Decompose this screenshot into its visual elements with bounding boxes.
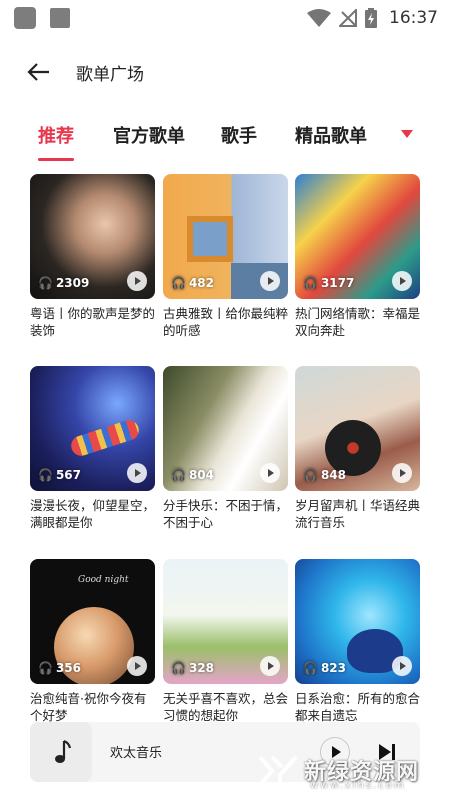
player-title: 欢太音乐	[110, 746, 163, 761]
status-bar: 16:37	[0, 0, 450, 34]
playlist-cover: 🎧 848	[295, 366, 420, 491]
playlist-name: 岁月留声机丨华语经典流行音乐	[295, 498, 420, 530]
tab-featured-playlists[interactable]: 精品歌单	[295, 122, 367, 148]
headphones-icon: 🎧	[171, 661, 186, 675]
play-icon[interactable]	[260, 656, 280, 676]
app-header: 歌单广场	[0, 52, 450, 92]
playlist-cover: 🎧 823	[295, 559, 420, 684]
playlist-card[interactable]: 🎧 2309 粤语丨你的歌声是梦的装饰	[30, 174, 155, 339]
page-title: 歌单广场	[76, 65, 144, 85]
notification-icon	[50, 8, 70, 28]
play-count: 🎧 2309	[38, 276, 90, 290]
play-icon[interactable]	[127, 463, 147, 483]
play-count: 🎧 567	[38, 468, 82, 482]
playlist-cover: 🎧 2309	[30, 174, 155, 299]
headphones-icon: 🎧	[38, 661, 53, 675]
playlist-cover: 🎧 482	[163, 174, 288, 299]
tab-recommend[interactable]: 推荐	[38, 122, 74, 148]
headphones-icon: 🎧	[171, 276, 186, 290]
playlist-name: 古典雅致丨给你最纯粹的听感	[163, 306, 288, 338]
tab-bar: 推荐 官方歌单 歌手 精品歌单	[0, 116, 450, 164]
playlist-name: 分手快乐：不困于情，不困于心	[163, 498, 288, 530]
playlist-cover: 🎧 328	[163, 559, 288, 684]
play-count: 🎧 848	[303, 468, 347, 482]
tab-singers[interactable]: 歌手	[221, 122, 257, 148]
headphones-icon: 🎧	[38, 468, 53, 482]
playlist-card[interactable]: 🎧 848 岁月留声机丨华语经典流行音乐	[295, 366, 420, 531]
watermark-url: www.xlhs.com	[310, 780, 406, 791]
playlist-card[interactable]: 🎧 328 无关乎喜不喜欢，总会习惯的想起你	[163, 559, 288, 724]
player-artwork	[30, 722, 92, 782]
headphones-icon: 🎧	[171, 468, 186, 482]
playlist-name: 治愈纯音·祝你今夜有个好梦	[30, 691, 147, 723]
play-icon[interactable]	[392, 656, 412, 676]
play-count: 🎧 3177	[303, 276, 355, 290]
playlist-cover: 🎧 3177	[295, 174, 420, 299]
play-count: 🎧 328	[171, 661, 215, 675]
chevron-down-icon[interactable]	[401, 130, 413, 138]
play-icon[interactable]	[392, 271, 412, 291]
play-count: 🎧 804	[171, 468, 215, 482]
logo-icon	[258, 755, 298, 787]
playlist-name: 日系治愈：所有的愈合都来自遗忘	[295, 691, 420, 723]
headphones-icon: 🎧	[303, 468, 318, 482]
headphones-icon: 🎧	[303, 276, 318, 290]
cover-caption: Good night	[78, 575, 129, 585]
tab-official-playlists[interactable]: 官方歌单	[113, 122, 185, 148]
status-time: 16:37	[389, 8, 438, 28]
notification-icon	[14, 7, 36, 29]
play-icon[interactable]	[260, 463, 280, 483]
arrow-left-icon[interactable]	[26, 59, 52, 85]
playlist-card[interactable]: 🎧 3177 热门网络情歌：幸福是双向奔赴	[295, 174, 420, 339]
playlist-cover: Good night 🎧 356	[30, 559, 155, 684]
playlist-card[interactable]: Good night 🎧 356 治愈纯音·祝你今夜有个好梦	[30, 559, 155, 724]
no-signal-icon	[339, 9, 357, 27]
status-indicators: 16:37	[307, 7, 438, 29]
playlist-card[interactable]: 🎧 804 分手快乐：不困于情，不困于心	[163, 366, 288, 531]
music-note-icon	[55, 739, 72, 763]
playlist-name: 粤语丨你的歌声是梦的装饰	[30, 306, 155, 338]
playlist-cover: 🎧 567	[30, 366, 155, 491]
playlist-card[interactable]: 🎧 482 古典雅致丨给你最纯粹的听感	[163, 174, 288, 339]
active-tab-indicator	[38, 158, 74, 161]
play-icon[interactable]	[127, 271, 147, 291]
play-icon[interactable]	[392, 463, 412, 483]
playlist-name: 无关乎喜不喜欢，总会习惯的想起你	[163, 691, 288, 723]
play-count: 🎧 823	[303, 661, 347, 675]
play-icon[interactable]	[127, 656, 147, 676]
play-icon[interactable]	[260, 271, 280, 291]
playlist-card[interactable]: 🎧 823 日系治愈：所有的愈合都来自遗忘	[295, 559, 420, 724]
play-count: 🎧 356	[38, 661, 82, 675]
play-count: 🎧 482	[171, 276, 215, 290]
playlist-card[interactable]: 🎧 567 漫漫长夜，仰望星空，满眼都是你	[30, 366, 155, 531]
playlist-name: 热门网络情歌：幸福是双向奔赴	[295, 306, 420, 338]
headphones-icon: 🎧	[303, 661, 318, 675]
watermark: 新绿资源网 www.xlhs.com	[258, 748, 442, 792]
wifi-icon	[307, 9, 331, 27]
battery-charging-icon	[365, 8, 377, 28]
playlist-cover: 🎧 804	[163, 366, 288, 491]
headphones-icon: 🎧	[38, 276, 53, 290]
playlist-name: 漫漫长夜，仰望星空，满眼都是你	[30, 498, 155, 530]
